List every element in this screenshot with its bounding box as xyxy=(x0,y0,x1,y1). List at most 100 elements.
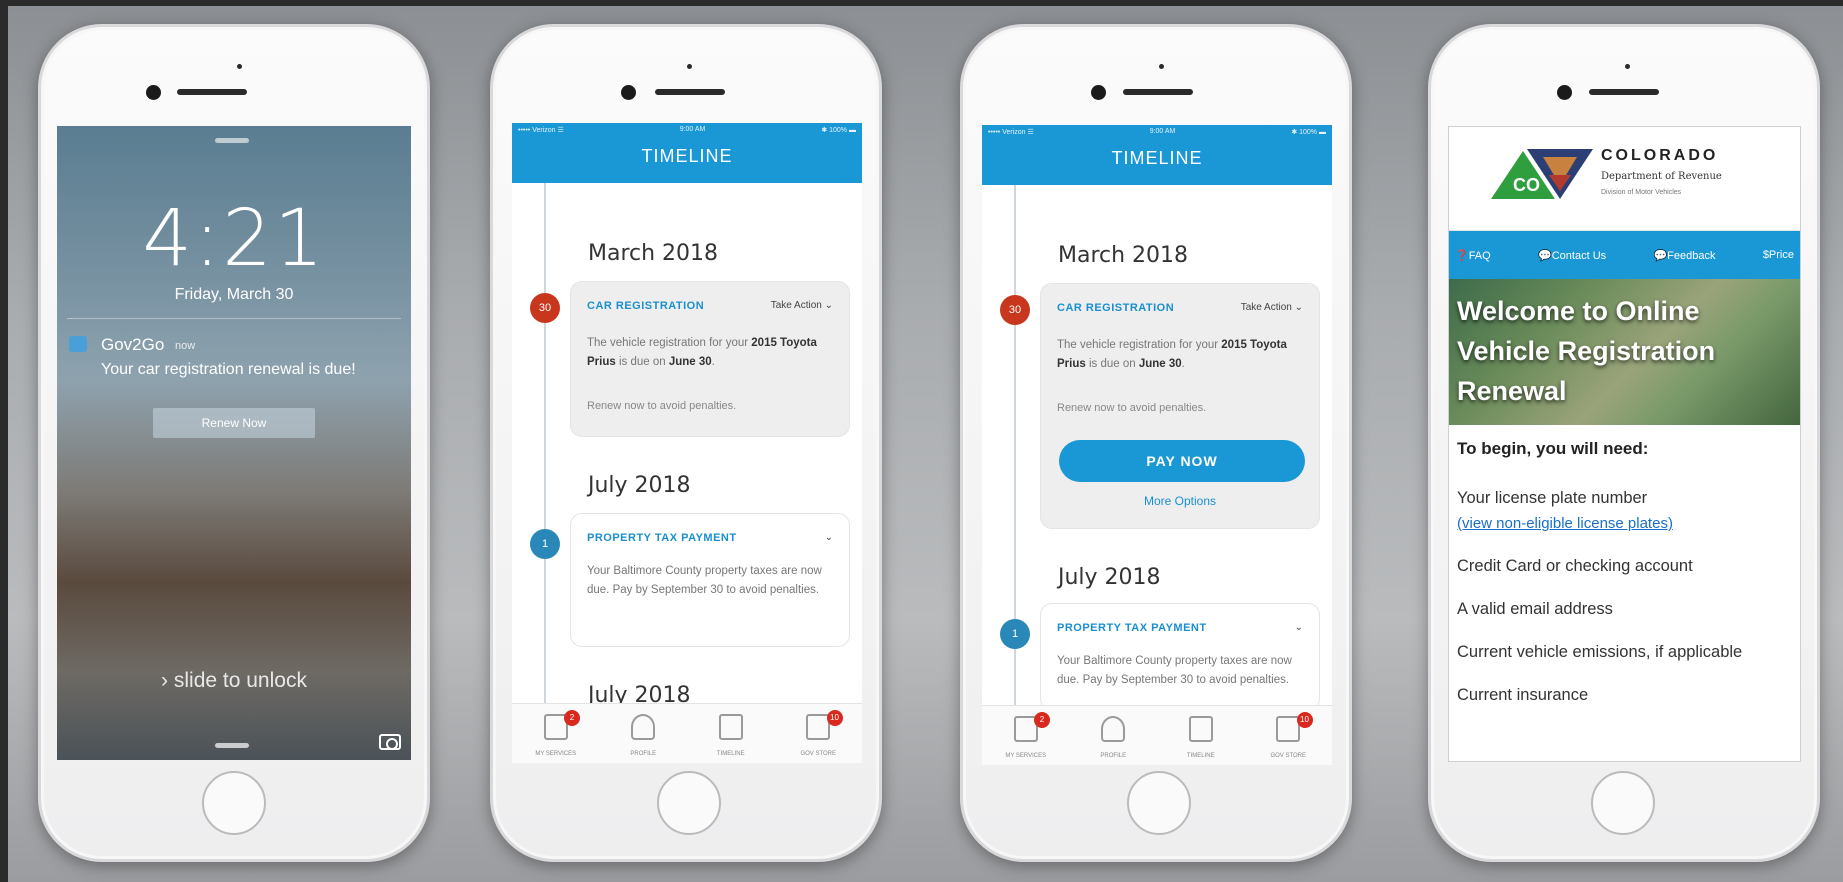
notification-time: now xyxy=(175,340,196,352)
speaker-grille xyxy=(655,89,725,95)
front-camera xyxy=(1557,85,1572,100)
card-body: Your Baltimore County property taxes are… xyxy=(1057,655,1292,686)
tab-timeline[interactable]: TIMELINE xyxy=(687,704,775,763)
camera-icon[interactable] xyxy=(379,734,401,750)
car-registration-card[interactable]: CAR REGISTRATION Take Action ⌄ The vehic… xyxy=(570,281,850,437)
chevron-down-icon[interactable]: ⌄ xyxy=(825,532,833,543)
home-button[interactable] xyxy=(657,771,721,835)
tab-my-services[interactable]: 2 MY SERVICES xyxy=(982,706,1070,765)
requirement-item: A valid email address xyxy=(1457,600,1613,618)
card-title: PROPERTY TAX PAYMENT xyxy=(587,532,737,544)
tab-label: TIMELINE xyxy=(1186,753,1215,759)
card-title: CAR REGISTRATION xyxy=(1057,302,1175,314)
more-options-link[interactable]: More Options xyxy=(1041,494,1319,508)
nav-title: TIMELINE xyxy=(512,137,862,183)
month-heading: March 2018 xyxy=(1058,243,1189,268)
tab-profile[interactable]: PROFILE xyxy=(1070,706,1158,765)
battery: ✱ 100% ▬ xyxy=(821,127,856,134)
card-note: Renew now to avoid penalties. xyxy=(587,400,737,412)
bottom-grabber[interactable] xyxy=(215,743,249,748)
calendar-icon xyxy=(718,714,743,740)
notification-app-name: Gov2Go xyxy=(101,335,165,354)
hero-title: Welcome to Online Vehicle Registration R… xyxy=(1457,296,1716,406)
tab-profile[interactable]: PROFILE xyxy=(600,704,688,763)
requirement-item: Current insurance xyxy=(1457,686,1589,704)
timeline-dot: 30 xyxy=(1000,295,1030,325)
slide-to-unlock[interactable]: › slide to unlock xyxy=(57,669,411,693)
site-nav: ❓FAQ 💬Contact Us 💬Feedback $Price xyxy=(1449,231,1800,279)
person-icon xyxy=(631,714,656,740)
division-name: Division of Motor Vehicles xyxy=(1601,189,1682,196)
requirement-text: Your license plate number xyxy=(1457,489,1648,507)
nav-faq[interactable]: ❓FAQ xyxy=(1455,249,1491,262)
renew-now-button[interactable]: Renew Now xyxy=(153,408,315,438)
home-button[interactable] xyxy=(1591,771,1655,835)
colorado-dmv-screen: CO COLORADO Department of Revenue Divisi… xyxy=(1448,126,1801,762)
requirements-section: To begin, you will need: Your license pl… xyxy=(1449,425,1800,761)
take-action-dropdown[interactable]: Take Action ⌄ xyxy=(1241,302,1303,313)
nav-contact-us[interactable]: 💬Contact Us xyxy=(1538,249,1606,262)
month-heading: March 2018 xyxy=(588,241,719,266)
department-name: Department of Revenue xyxy=(1601,171,1722,182)
tab-label: MY SERVICES xyxy=(535,751,577,757)
phone-sensor xyxy=(687,64,692,69)
card-note: Renew now to avoid penalties. xyxy=(1057,402,1207,414)
timeline-dot: 1 xyxy=(1000,619,1030,649)
phone-lockscreen: 4:21 Friday, March 30 Gov2Go now Your ca… xyxy=(38,24,430,862)
non-eligible-plates-link[interactable]: (view non-eligible license plates) xyxy=(1457,513,1792,535)
card-body: The vehicle registration for your 2015 T… xyxy=(587,337,817,368)
lock-time: 4:21 xyxy=(142,194,326,284)
tab-label: MY SERVICES xyxy=(1005,753,1047,759)
tab-label: PROFILE xyxy=(630,751,657,757)
notification-message[interactable]: Your car registration renewal is due! xyxy=(101,361,356,379)
tab-my-services[interactable]: 2 MY SERVICES xyxy=(512,704,600,763)
requirement-item: Your license plate number (view non-elig… xyxy=(1457,483,1792,535)
tab-gov-store[interactable]: 10 GOV STORE xyxy=(1245,706,1333,765)
front-camera xyxy=(146,85,161,100)
calendar-icon xyxy=(1188,716,1213,742)
services-badge: 2 xyxy=(1034,712,1050,728)
status-time: 9:00 AM xyxy=(1149,128,1176,135)
month-heading: July 2018 xyxy=(588,473,691,498)
phone-timeline-expanded: ••••• Verizon ☰ 9:00 AM ✱ 100% ▬ TIMELIN… xyxy=(960,24,1352,862)
nav-feedback[interactable]: 💬Feedback xyxy=(1653,249,1715,262)
car-registration-card[interactable]: CAR REGISTRATION Take Action ⌄ The vehic… xyxy=(1040,283,1320,529)
home-button[interactable] xyxy=(1127,771,1191,835)
services-badge: 2 xyxy=(564,710,580,726)
tab-label: GOV STORE xyxy=(800,751,837,757)
carrier: ••••• Verizon ☰ xyxy=(518,127,564,134)
tab-gov-store[interactable]: 10 GOV STORE xyxy=(775,704,863,763)
requirement-item: Current vehicle emissions, if applicable xyxy=(1457,643,1743,661)
home-button[interactable] xyxy=(202,771,266,835)
tab-label: TIMELINE xyxy=(716,751,745,757)
nav-price[interactable]: $Price xyxy=(1763,249,1794,261)
tab-label: PROFILE xyxy=(1100,753,1127,759)
speaker-grille xyxy=(1123,89,1193,95)
chevron-down-icon[interactable]: ⌄ xyxy=(1295,622,1303,633)
card-title: CAR REGISTRATION xyxy=(587,300,705,312)
top-grabber[interactable] xyxy=(215,138,249,143)
tab-label: GOV STORE xyxy=(1270,753,1307,759)
person-icon xyxy=(1101,716,1126,742)
take-action-dropdown[interactable]: Take Action ⌄ xyxy=(771,300,833,311)
front-camera xyxy=(621,85,636,100)
month-heading: July 2018 xyxy=(1058,565,1161,590)
property-tax-card[interactable]: PROPERTY TAX PAYMENT ⌄ Your Baltimore Co… xyxy=(570,513,850,647)
colorado-logo-icon: CO xyxy=(1491,149,1593,199)
tab-bar: 2 MY SERVICES PROFILE TIMELINE 10 GOV ST… xyxy=(982,705,1332,765)
carrier: ••••• Verizon ☰ xyxy=(988,129,1034,136)
tab-bar: 2 MY SERVICES PROFILE TIMELINE 10 GOV ST… xyxy=(512,703,862,763)
front-camera xyxy=(1091,85,1106,100)
store-badge: 10 xyxy=(1296,712,1313,728)
phone-timeline: ••••• Verizon ☰ 9:00 AM ✱ 100% ▬ TIMELIN… xyxy=(490,24,882,862)
phone-sensor xyxy=(237,64,242,69)
phone-colorado-dmv: CO COLORADO Department of Revenue Divisi… xyxy=(1428,24,1820,862)
status-time: 9:00 AM xyxy=(679,126,706,133)
status-bar: ••••• Verizon ☰ 9:00 AM ✱ 100% ▬ xyxy=(512,123,862,137)
requirements-heading: To begin, you will need: xyxy=(1457,439,1649,458)
speaker-grille xyxy=(1589,89,1659,95)
property-tax-card[interactable]: PROPERTY TAX PAYMENT ⌄ Your Baltimore Co… xyxy=(1040,603,1320,711)
timeline-dot: 1 xyxy=(530,529,560,559)
pay-now-button[interactable]: PAY NOW xyxy=(1059,440,1305,482)
tab-timeline[interactable]: TIMELINE xyxy=(1157,706,1245,765)
